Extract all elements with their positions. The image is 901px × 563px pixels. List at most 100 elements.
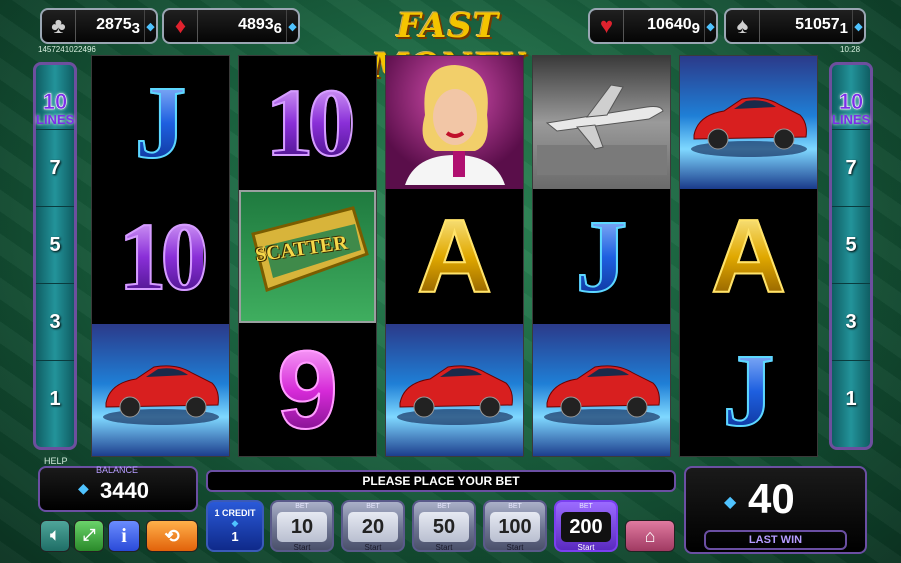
symbol-lady bbox=[386, 56, 523, 189]
symbol-letter: A bbox=[710, 198, 787, 315]
bet-top-label: BET bbox=[508, 503, 522, 510]
car-illustration bbox=[537, 343, 667, 438]
bet-start-label: Start bbox=[506, 543, 524, 552]
line-marker[interactable]: 1 bbox=[36, 360, 74, 437]
lines-label: LINES bbox=[832, 112, 871, 127]
bet-top-label: BET bbox=[366, 503, 380, 510]
symbol-A: A bbox=[386, 190, 523, 323]
diamond-currency-icon: ◆ bbox=[78, 480, 89, 496]
reel-1: J 10 bbox=[91, 55, 230, 457]
jackpot-sub: 3 bbox=[131, 19, 140, 37]
symbol-J: J bbox=[92, 56, 229, 189]
last-win-panel: ◆ 40 LAST WIN bbox=[684, 466, 867, 554]
diamond-currency-icon: ◆ bbox=[724, 494, 737, 511]
symbol-letter: 9 bbox=[276, 328, 339, 452]
car-illustration bbox=[684, 75, 814, 170]
jackpot-hearts: ♥ 106409 ◆ bbox=[588, 8, 718, 44]
last-win-label: LAST WIN bbox=[704, 530, 847, 550]
line-marker[interactable]: 5 bbox=[36, 206, 74, 283]
bet-start-label: Start bbox=[293, 543, 311, 552]
diamonds-icon: ♦ bbox=[164, 10, 198, 42]
jackpot-sub: 9 bbox=[691, 19, 700, 37]
bet-value: 10 bbox=[277, 512, 327, 542]
symbol-scatter: SCATTER bbox=[239, 190, 376, 323]
balance-panel: BALANCE ◆ 3440 bbox=[38, 465, 198, 512]
jet-illustration bbox=[536, 65, 667, 180]
bet-value: 200 bbox=[561, 512, 611, 542]
symbol-10: 10 bbox=[92, 190, 229, 323]
line-marker[interactable]: 7 bbox=[36, 129, 74, 206]
symbol-car bbox=[92, 324, 229, 456]
bet-start-label: Start bbox=[435, 543, 453, 552]
home-button[interactable]: ⌂ bbox=[625, 520, 675, 552]
symbol-9: 9 bbox=[239, 324, 376, 456]
line-marker[interactable]: 3 bbox=[832, 283, 870, 360]
credit-button[interactable]: 1 CREDIT ◆ 1 bbox=[206, 500, 264, 552]
lines-count: 10 bbox=[838, 89, 864, 114]
bet-value: 50 bbox=[419, 512, 469, 542]
status-message: PLEASE PLACE YOUR BET bbox=[206, 470, 676, 492]
symbol-10: 10 bbox=[239, 56, 376, 189]
bet-button-100[interactable]: BET 100 Start bbox=[483, 500, 547, 552]
lines-label: LINES bbox=[36, 112, 75, 127]
help-label[interactable]: HELP bbox=[44, 456, 68, 466]
jackpot-sub: 6 bbox=[273, 19, 282, 37]
sound-button[interactable]: 🔈︎ bbox=[40, 520, 70, 552]
symbol-jet bbox=[533, 56, 670, 189]
autoplay-button[interactable]: ⟲ bbox=[146, 520, 198, 552]
bet-button-20[interactable]: BET 20 Start bbox=[341, 500, 405, 552]
hearts-icon: ♥ bbox=[590, 10, 624, 42]
bet-button-10[interactable]: BET 10 Start bbox=[270, 500, 334, 552]
diamond-currency-icon: ◆ bbox=[231, 518, 239, 528]
jackpot-value: 51057 bbox=[795, 15, 840, 33]
symbol-letter: J bbox=[134, 64, 188, 180]
symbol-letter: 10 bbox=[118, 202, 210, 310]
home-icon: ⌂ bbox=[644, 525, 656, 546]
jackpot-clubs: ♣ 28753 ◆ bbox=[40, 8, 158, 44]
line-marker[interactable]: 1 bbox=[832, 360, 870, 437]
jackpot-value: 2875 bbox=[96, 15, 132, 33]
lines-indicator-right: 10 LINES 7 5 3 1 bbox=[829, 62, 873, 450]
bet-start-label: Start bbox=[364, 543, 382, 552]
symbol-car bbox=[533, 324, 670, 456]
jackpot-diamonds: ♦ 48936 ◆ bbox=[162, 8, 300, 44]
line-marker[interactable]: 7 bbox=[832, 129, 870, 206]
autoplay-icon: ⟲ bbox=[164, 525, 180, 546]
line-marker[interactable]: 3 bbox=[36, 283, 74, 360]
game-logo: FAST MONEY bbox=[371, 6, 524, 86]
lines-indicator-left: 10 LINES 7 5 3 1 bbox=[33, 62, 77, 450]
symbol-J: J bbox=[533, 190, 670, 323]
lines-count: 10 bbox=[42, 89, 68, 114]
bet-button-200[interactable]: BET 200 Start bbox=[554, 500, 618, 552]
diamond-currency-icon: ◆ bbox=[852, 10, 864, 42]
reel-3: A bbox=[385, 55, 524, 457]
jackpot-spades: ♠ 510571 ◆ bbox=[724, 8, 866, 44]
spades-icon: ♠ bbox=[726, 10, 760, 42]
credit-value: 1 bbox=[231, 529, 239, 544]
clock: 10:28 bbox=[840, 45, 861, 54]
fullscreen-icon: ⤢ bbox=[82, 527, 96, 544]
bet-top-label: BET bbox=[579, 503, 593, 510]
fullscreen-button[interactable]: ⤢ bbox=[74, 520, 104, 552]
line-marker[interactable]: 5 bbox=[832, 206, 870, 283]
reel-4: J bbox=[532, 55, 671, 457]
info-button[interactable]: i bbox=[108, 520, 140, 552]
bet-value: 100 bbox=[490, 512, 540, 542]
symbol-car bbox=[680, 56, 817, 189]
symbol-A: A bbox=[680, 190, 817, 323]
credit-label: 1 CREDIT bbox=[214, 508, 256, 518]
diamond-currency-icon: ◆ bbox=[286, 10, 298, 42]
balance-label: BALANCE bbox=[96, 465, 139, 475]
game-screen: { "title": "FAST MONEY", "jackpots": [ {… bbox=[0, 0, 901, 563]
reel-2: 10 SCATTER 9 bbox=[238, 55, 377, 457]
symbol-letter: J bbox=[575, 198, 629, 314]
bet-button-50[interactable]: BET 50 Start bbox=[412, 500, 476, 552]
symbol-J: J bbox=[680, 324, 817, 456]
symbol-letter: J bbox=[722, 332, 776, 448]
bet-top-label: BET bbox=[295, 503, 309, 510]
bet-start-label: Start bbox=[577, 543, 595, 552]
bet-value: 20 bbox=[348, 512, 398, 542]
balance-value: 3440 bbox=[100, 478, 149, 503]
jackpot-value: 4893 bbox=[238, 15, 274, 33]
jackpot-sub: 1 bbox=[839, 19, 848, 37]
